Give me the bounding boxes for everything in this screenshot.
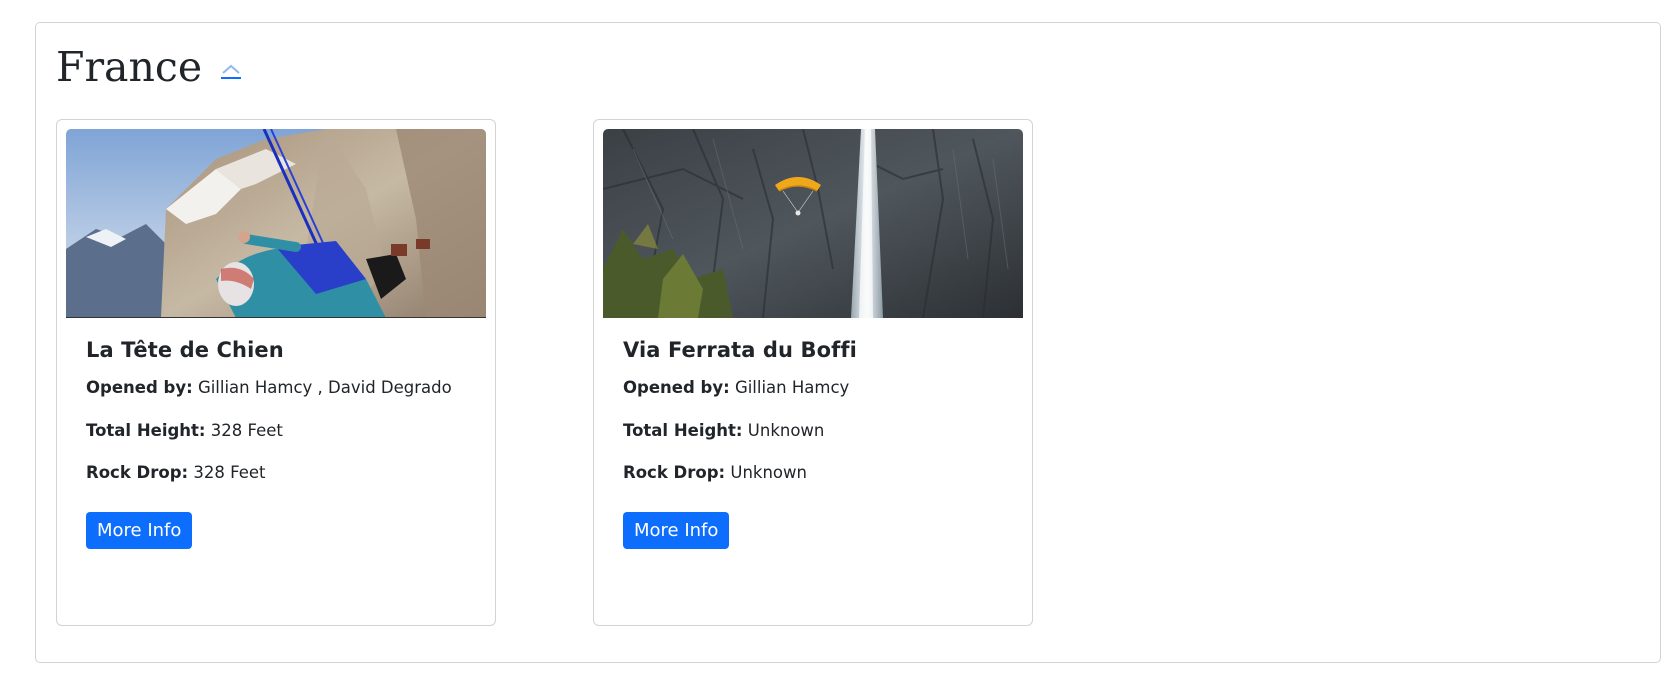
country-section: France La Tête de Chien Opened by: Gilli…	[35, 22, 1661, 663]
collapse-toggle[interactable]	[220, 63, 242, 81]
total-height-label: Total Height:	[623, 420, 743, 440]
total-height-value: 328 Feet	[210, 420, 283, 440]
exit-card: Via Ferrata du Boffi Opened by: Gillian …	[593, 119, 1033, 626]
card-title: La Tête de Chien	[86, 338, 284, 362]
toggle-underline	[221, 77, 242, 79]
card-body: La Tête de Chien Opened by: Gillian Hamc…	[86, 338, 475, 550]
total-height-label: Total Height:	[86, 420, 206, 440]
rock-drop-row: Rock Drop: 328 Feet	[86, 463, 475, 483]
exit-card: La Tête de Chien Opened by: Gillian Hamc…	[56, 119, 496, 626]
rock-drop-row: Rock Drop: Unknown	[623, 463, 1012, 483]
opened-by-row: Opened by: Gillian Hamcy	[623, 378, 1012, 398]
total-height-row: Total Height: Unknown	[623, 420, 1012, 440]
opened-by-value: Gillian Hamcy , David Degrado	[197, 378, 452, 398]
section-title: France	[56, 42, 203, 91]
total-height-row: Total Height: 328 Feet	[86, 420, 475, 440]
more-info-button[interactable]: More Info	[86, 511, 193, 550]
card-title: Via Ferrata du Boffi	[623, 338, 857, 362]
chevron-up-icon	[222, 64, 240, 74]
opened-by-row: Opened by: Gillian Hamcy , David Degrado	[86, 378, 475, 398]
more-info-button[interactable]: More Info	[623, 511, 730, 550]
opened-by-value: Gillian Hamcy	[734, 378, 850, 398]
base-jumper-cliff-photo	[66, 129, 486, 318]
rock-drop-value: Unknown	[730, 463, 807, 483]
total-height-value: Unknown	[747, 420, 825, 440]
rock-drop-label: Rock Drop:	[86, 463, 189, 483]
opened-by-label: Opened by:	[623, 378, 730, 398]
card-body: Via Ferrata du Boffi Opened by: Gillian …	[623, 338, 1012, 550]
paraglider-waterfall-photo	[603, 129, 1023, 318]
section-heading: France	[56, 41, 242, 93]
rock-drop-label: Rock Drop:	[623, 463, 726, 483]
rock-drop-value: 328 Feet	[193, 463, 266, 483]
opened-by-label: Opened by:	[86, 378, 193, 398]
